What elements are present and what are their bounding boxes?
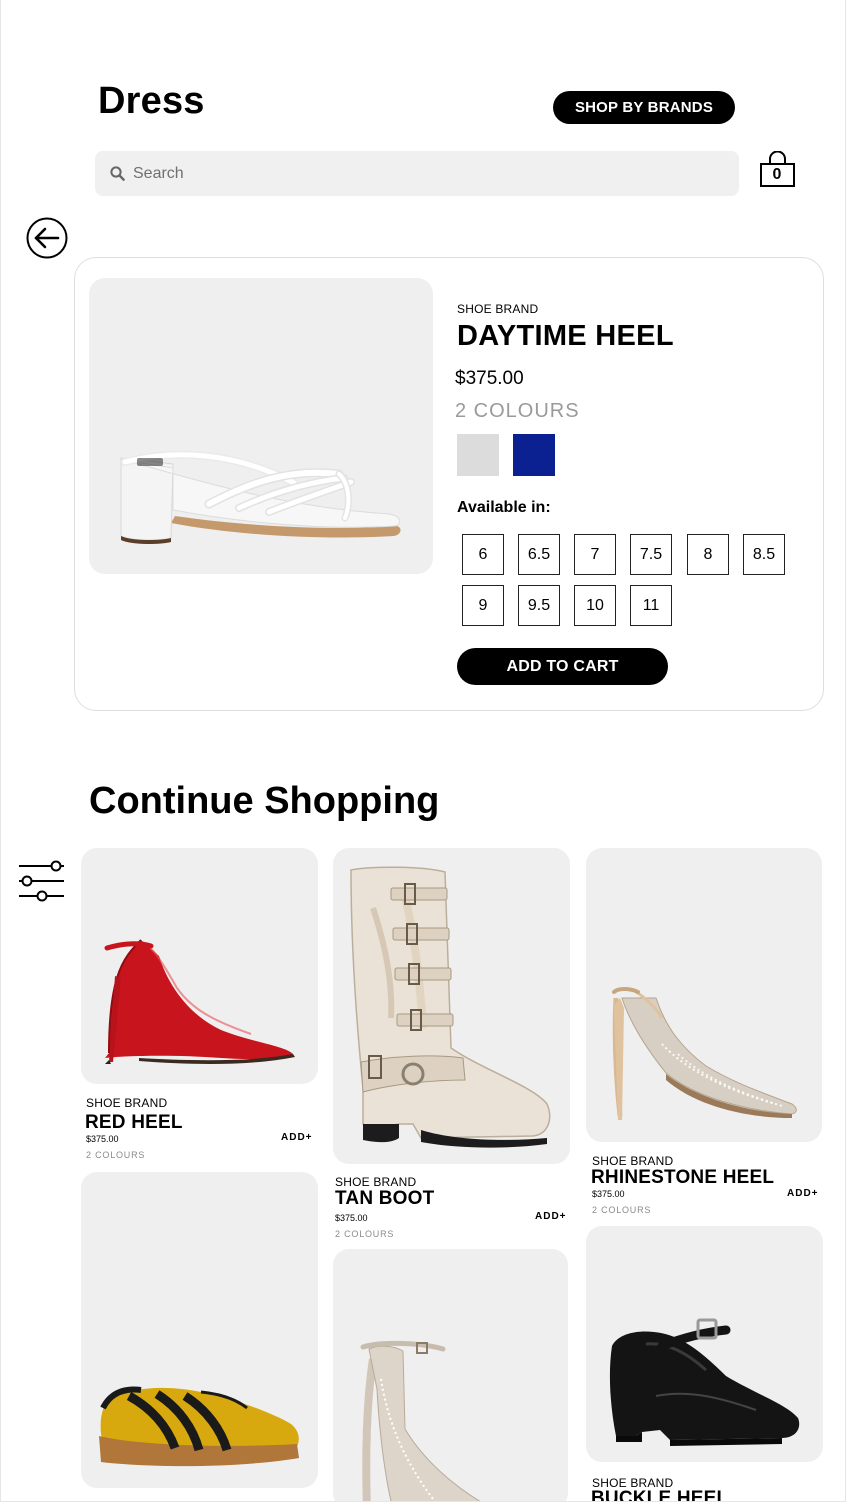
filter-sliders-icon[interactable] [17,860,67,902]
page-title: Dress [98,80,205,122]
size-option[interactable]: 8 [687,534,729,575]
tile-name: BUCKLE HEEL [591,1488,729,1502]
back-arrow-icon[interactable] [26,217,68,259]
tile-name: RHINESTONE HEEL [591,1167,775,1188]
shop-by-brands-button[interactable]: SHOP BY BRANDS [553,91,735,124]
size-option[interactable]: 9.5 [518,585,560,626]
tile-name: TAN BOOT [335,1188,435,1209]
tile-brand: SHOE BRAND [592,1154,674,1168]
size-option[interactable]: 7 [574,534,616,575]
tile-name: RED HEEL [85,1112,183,1133]
size-option[interactable]: 9 [462,585,504,626]
yellow-sneaker-image [99,1386,299,1467]
search-input[interactable]: Search [133,165,184,183]
product-tile-image[interactable] [333,848,570,1164]
size-option[interactable]: 10 [574,585,616,626]
size-option[interactable]: 6 [462,534,504,575]
red-heel-image [104,939,295,1064]
product-tile-image[interactable] [333,1249,568,1501]
colour-swatch-royal-blue[interactable] [513,434,555,476]
tile-brand: SHOE BRAND [86,1096,168,1110]
tile-brand: SHOE BRAND [335,1175,417,1189]
product-tile-image[interactable] [586,1226,823,1462]
available-sizes-label: Available in: [457,499,551,516]
tile-colour-count: 2 COLOURS [86,1150,146,1160]
tile-price: $375.00 [592,1189,625,1199]
black-buckle-heel-image [609,1318,800,1446]
silver-strap-heel-image [360,1340,481,1501]
size-option[interactable]: 8.5 [743,534,785,575]
tan-boot-image [350,866,551,1148]
tile-add-button[interactable]: ADD+ [787,1188,819,1199]
size-option[interactable]: 7.5 [630,534,672,575]
product-tile-image[interactable] [81,1172,318,1488]
size-option[interactable]: 11 [630,585,672,626]
product-tile-image[interactable] [81,848,318,1084]
white-sandal-heel-image [120,450,401,545]
tile-colour-count: 2 COLOURS [592,1205,652,1215]
tile-colour-count: 2 COLOURS [335,1229,395,1239]
cart-count: 0 [772,166,782,183]
product-name: DAYTIME HEEL [457,320,674,352]
product-price: $375.00 [455,368,524,389]
search-icon [110,166,125,181]
product-brand: SHOE BRAND [457,302,539,316]
product-colour-count: 2 COLOURS [455,400,580,422]
tile-add-button[interactable]: ADD+ [535,1211,567,1222]
product-page: Dress SHOP BY BRANDS Search 0 SHOE BRAND… [0,0,846,1502]
tile-price: $375.00 [86,1134,119,1144]
product-tile-image[interactable] [586,848,822,1142]
tile-price: $375.00 [335,1213,368,1223]
add-to-cart-button[interactable]: ADD TO CART [457,648,668,685]
size-option[interactable]: 6.5 [518,534,560,575]
colour-swatch-light-grey[interactable] [457,434,499,476]
rhinestone-heel-image [612,987,797,1120]
search-bar[interactable]: Search [95,151,739,196]
tile-add-button[interactable]: ADD+ [281,1132,313,1143]
product-image [89,278,433,574]
continue-shopping-title: Continue Shopping [89,780,440,822]
